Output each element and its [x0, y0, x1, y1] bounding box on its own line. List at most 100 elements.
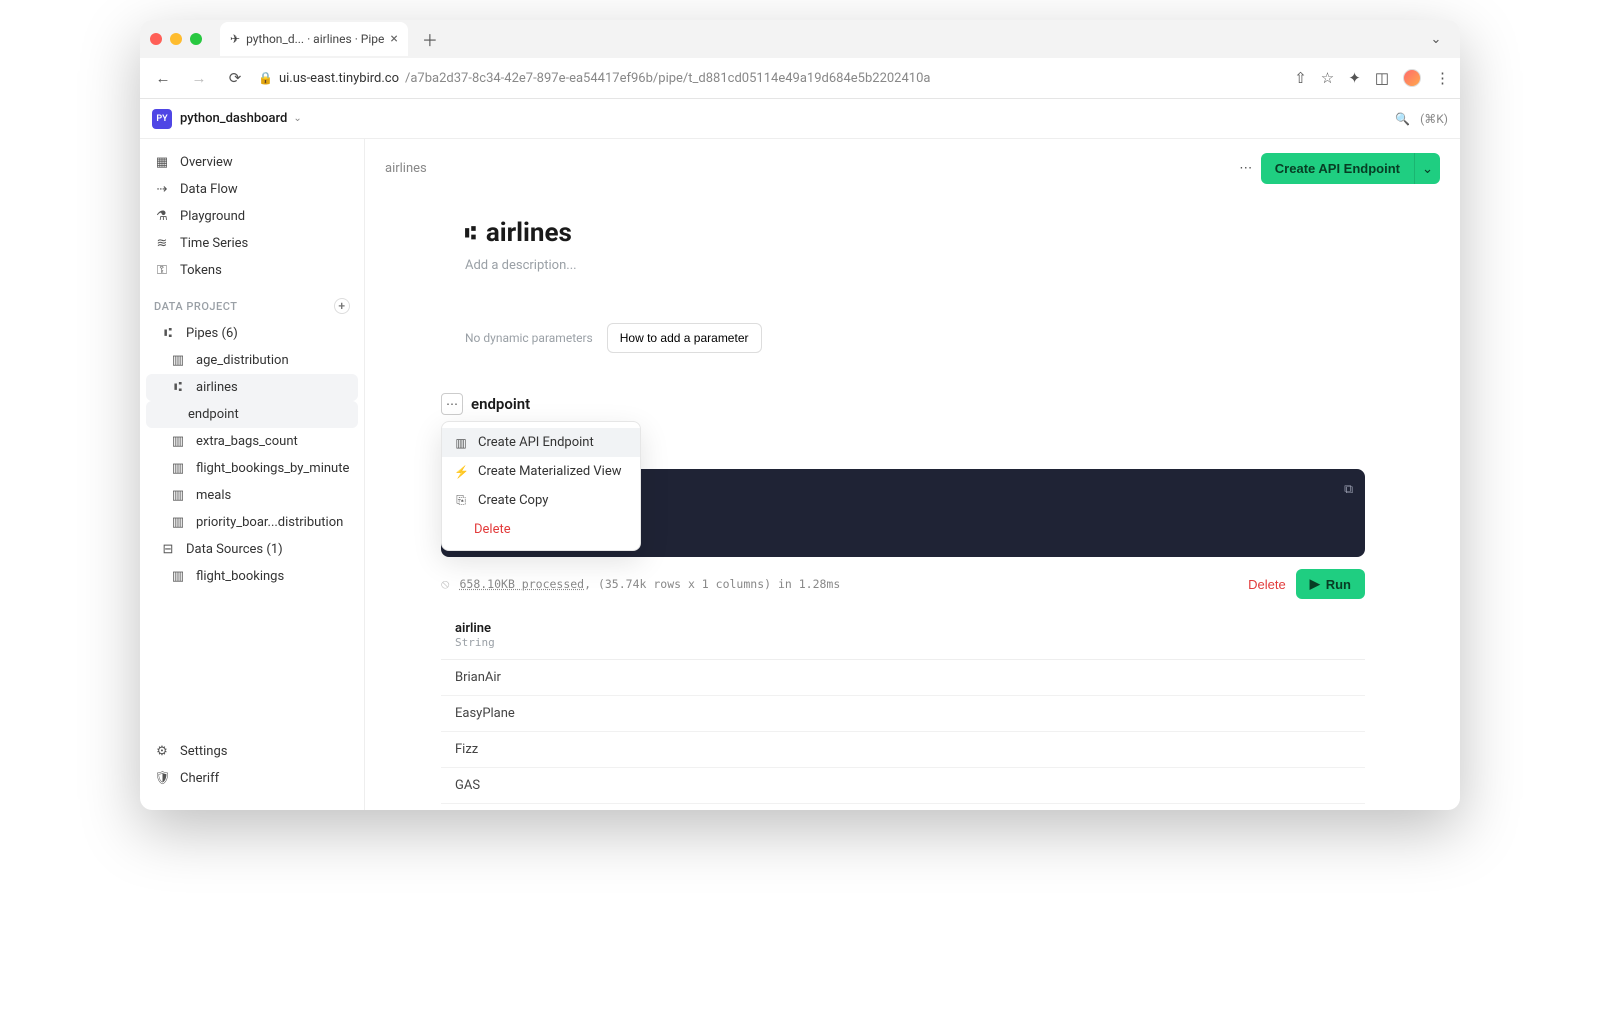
pipe-age-distribution[interactable]: ▥age_distribution: [140, 347, 364, 374]
node-delete-button[interactable]: Delete: [1248, 577, 1286, 592]
nav-label: meals: [196, 488, 231, 503]
sidebar: ▦Overview ⇢Data Flow ⚗Playground ≋Time S…: [140, 139, 365, 810]
pipe-priority-boarding-distribution[interactable]: ▥ priority_boar...distribution: [140, 509, 364, 536]
gear-icon: ⚙: [154, 744, 170, 759]
how-to-add-parameter-button[interactable]: How to add a parameter: [607, 323, 762, 353]
nav-playground[interactable]: ⚗Playground: [140, 203, 364, 230]
nav-reload-button[interactable]: ⟳: [222, 69, 248, 87]
pipe-airlines[interactable]: ⑆airlines: [146, 374, 358, 401]
play-icon: ▶: [1310, 576, 1320, 592]
table-row[interactable]: GAS: [441, 768, 1365, 804]
breadcrumb[interactable]: airlines: [385, 161, 427, 176]
query-stats: 658.10KB processed, (35.74k rows x 1 col…: [459, 577, 840, 591]
address-bar[interactable]: 🔒 ui.us-east.tinybird.co/a7ba2d37-8c34-4…: [258, 71, 1284, 86]
nav-data-sources[interactable]: ⊟Data Sources (1): [140, 536, 364, 563]
nav-label: flight_bookings: [196, 569, 284, 584]
app-bar: PY python_dashboard ⌄ 🔍 (⌘K): [140, 99, 1460, 139]
create-api-endpoint-button[interactable]: Create API Endpoint: [1261, 153, 1414, 184]
no-params-text: No dynamic parameters: [465, 331, 593, 345]
nav-cheriff[interactable]: 🛡Cheriff: [140, 765, 364, 792]
nav-data-flow[interactable]: ⇢Data Flow: [140, 176, 364, 203]
table-icon: ▥: [170, 569, 186, 584]
table-icon: ▥: [170, 488, 186, 503]
nav-label: extra_bags_count: [196, 434, 298, 449]
eye-off-icon[interactable]: ⦸: [441, 577, 449, 592]
description-input[interactable]: Add a description...: [465, 258, 1365, 273]
key-icon: ⚿: [154, 263, 170, 278]
copy-icon: ⎘: [454, 493, 468, 508]
window-minimize-icon[interactable]: [170, 33, 182, 45]
extensions-icon[interactable]: ✦: [1348, 69, 1361, 87]
cell: Ler Dingus: [441, 804, 1365, 811]
browser-menu-icon[interactable]: ⋮: [1435, 69, 1450, 87]
nav-label: Tokens: [180, 263, 222, 278]
nav-tokens[interactable]: ⚿ Tokens: [140, 257, 364, 284]
tab-title: python_d... · airlines · Pipe: [246, 32, 384, 46]
chart-icon: ≋: [154, 236, 170, 251]
nav-label: Data Flow: [180, 182, 238, 197]
tab-favicon: ✈︎: [230, 32, 240, 46]
section-label: DATA PROJECT: [154, 300, 238, 313]
window-close-icon[interactable]: [150, 33, 162, 45]
nav-back-button[interactable]: ←: [150, 69, 176, 87]
pipe-node-endpoint[interactable]: endpoint: [146, 401, 358, 428]
menu-label: Delete: [474, 522, 511, 537]
url-host: ui.us-east.tinybird.co: [279, 71, 399, 86]
menu-create-copy[interactable]: ⎘ Create Copy: [442, 486, 640, 515]
new-tab-button[interactable]: ＋: [416, 25, 444, 53]
nav-forward-button[interactable]: →: [186, 69, 212, 87]
nav-label: Settings: [180, 744, 227, 759]
nav-settings[interactable]: ⚙ Settings: [140, 738, 364, 765]
pipe-icon: ⑆: [170, 380, 186, 395]
copy-sql-button[interactable]: ⧉: [1344, 479, 1353, 499]
menu-label: Create Copy: [478, 493, 548, 508]
datasource-flight-bookings[interactable]: ▥ flight_bookings: [140, 563, 364, 590]
table-row[interactable]: Fizz: [441, 732, 1365, 768]
table-icon: ▥: [170, 515, 186, 530]
bookmark-icon[interactable]: ☆: [1321, 69, 1334, 87]
table-row[interactable]: EasyPlane: [441, 696, 1365, 732]
nav-label: Cheriff: [180, 771, 219, 786]
workspace-icon: PY: [152, 109, 172, 129]
search-icon[interactable]: 🔍: [1395, 112, 1410, 126]
add-resource-button[interactable]: +: [334, 298, 350, 314]
create-api-endpoint-dropdown[interactable]: ⌄: [1414, 153, 1440, 184]
browser-tab[interactable]: ✈︎ python_d... · airlines · Pipe ×: [220, 22, 408, 56]
cell: Fizz: [441, 732, 1365, 768]
flask-icon: ⚗: [154, 209, 170, 224]
cell: GAS: [441, 768, 1365, 804]
profile-avatar[interactable]: [1403, 69, 1421, 87]
menu-create-api-endpoint[interactable]: ▥Create API Endpoint: [442, 428, 640, 457]
nav-label: priority_boar...distribution: [196, 515, 343, 530]
nav-time-series[interactable]: ≋Time Series: [140, 230, 364, 257]
panel-icon[interactable]: ◫: [1375, 69, 1389, 87]
menu-delete[interactable]: Delete: [442, 515, 640, 544]
page-title-text: airlines: [486, 218, 572, 248]
window-maximize-icon[interactable]: [190, 33, 202, 45]
node-more-button[interactable]: ⋯: [441, 393, 463, 415]
tabs-overflow-icon[interactable]: ⌄: [1422, 32, 1450, 47]
result-column-header[interactable]: airline String: [441, 611, 1365, 660]
run-label: Run: [1326, 577, 1351, 592]
nav-label: age_distribution: [196, 353, 289, 368]
menu-create-materialized-view[interactable]: ⚡Create Materialized View: [442, 457, 640, 486]
endpoint-icon: ▥: [454, 436, 468, 450]
pipe-flight-bookings-by-minute[interactable]: ▥flight_bookings_by_minute: [140, 455, 364, 482]
tab-close-icon[interactable]: ×: [390, 31, 397, 47]
table-row[interactable]: Ler Dingus: [441, 804, 1365, 811]
nav-overview[interactable]: ▦Overview: [140, 149, 364, 176]
nav-label: endpoint: [188, 407, 239, 422]
menu-label: Create Materialized View: [478, 464, 622, 479]
node-title[interactable]: endpoint: [471, 395, 530, 413]
pipe-meals[interactable]: ▥ meals: [140, 482, 364, 509]
share-icon[interactable]: ⇧: [1294, 69, 1307, 87]
pipe-extra-bags-count[interactable]: ▥extra_bags_count: [140, 428, 364, 455]
pipe-group-icon: ⑆: [160, 326, 176, 341]
table-row[interactable]: BrianAir: [441, 660, 1365, 696]
page-title: ⑆ airlines: [465, 218, 1365, 248]
workspace-dropdown-icon[interactable]: ⌄: [293, 113, 301, 124]
nav-pipes[interactable]: ⑆Pipes (6): [140, 320, 364, 347]
pipe-more-button[interactable]: ⋯: [1231, 154, 1261, 184]
run-button[interactable]: ▶ Run: [1296, 569, 1365, 599]
workspace-name[interactable]: python_dashboard: [180, 111, 287, 126]
